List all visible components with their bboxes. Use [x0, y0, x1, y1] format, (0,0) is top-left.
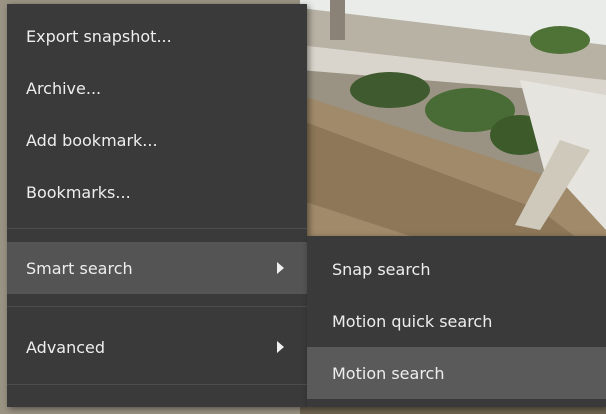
smart-search-submenu: Snap search Motion quick search Motion s… [307, 236, 606, 407]
submenu-item-motion-quick-search[interactable]: Motion quick search [307, 295, 606, 347]
chevron-right-icon [277, 341, 284, 353]
menu-item-label: Export snapshot... [26, 26, 172, 46]
menu-item-smart-search[interactable]: Smart search [7, 242, 307, 294]
menu-item-label: Bookmarks... [26, 182, 131, 202]
submenu-item-snap-search[interactable]: Snap search [307, 243, 606, 295]
menu-item-label: Archive... [26, 78, 102, 98]
context-menu: Export snapshot... Archive... Add bookma… [7, 4, 307, 407]
chevron-right-icon [277, 262, 284, 274]
submenu-item-label: Motion search [332, 363, 445, 383]
video-player-stage: Export snapshot... Archive... Add bookma… [0, 0, 606, 414]
menu-item-label: Add bookmark... [26, 130, 158, 150]
menu-item-bookmarks[interactable]: Bookmarks... [7, 166, 307, 218]
submenu-item-label: Snap search [332, 259, 431, 279]
menu-item-label: Smart search [26, 258, 133, 278]
menu-item-advanced[interactable]: Advanced [7, 321, 307, 373]
submenu-item-motion-search[interactable]: Motion search [307, 347, 606, 399]
menu-separator [7, 384, 307, 385]
menu-separator [7, 306, 307, 307]
menu-separator [7, 228, 307, 229]
menu-item-archive[interactable]: Archive... [7, 62, 307, 114]
menu-item-export-snapshot[interactable]: Export snapshot... [7, 10, 307, 62]
submenu-item-label: Motion quick search [332, 311, 493, 331]
menu-item-add-bookmark[interactable]: Add bookmark... [7, 114, 307, 166]
menu-item-label: Advanced [26, 337, 106, 357]
